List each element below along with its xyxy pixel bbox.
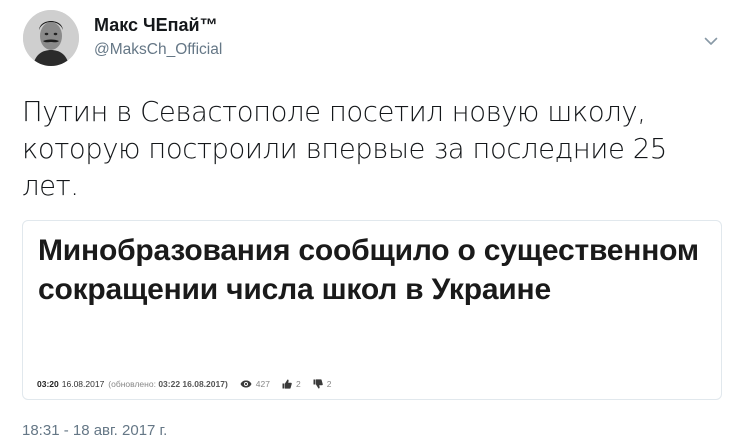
embed-likes[interactable]: 2 xyxy=(282,379,301,389)
avatar[interactable] xyxy=(23,10,79,66)
tweet-menu-button[interactable] xyxy=(700,30,722,52)
chevron-down-icon xyxy=(704,37,718,45)
tweet-text: Путин в Севастополе посетил новую школу,… xyxy=(22,96,667,202)
embedded-media-card[interactable]: Минобразования сообщило о существенном с… xyxy=(22,220,722,400)
embed-likes-count: 2 xyxy=(295,379,301,389)
embed-updated-prefix: (обновлено: xyxy=(108,379,156,389)
thumbs-down-icon xyxy=(313,379,323,389)
embed-updated: (обновлено: 03:22 16.08.2017) xyxy=(108,379,228,389)
embed-date: 16.08.2017 xyxy=(61,379,105,389)
embed-meta: 03:20 16.08.2017 (обновлено: 03:22 16.08… xyxy=(37,379,331,389)
embed-dislikes[interactable]: 2 xyxy=(313,379,332,389)
embed-dislikes-count: 2 xyxy=(326,379,332,389)
user-handle[interactable]: @MaksCh_Official xyxy=(94,41,222,59)
tweet: Макс ЧЕпай™ @MaksCh_Official Путин в Сев… xyxy=(0,0,736,448)
eye-icon xyxy=(240,380,252,388)
embed-views: 427 xyxy=(240,379,270,389)
embed-views-count: 427 xyxy=(255,379,270,389)
embed-time: 03:20 xyxy=(37,379,59,389)
embed-headline: Минобразования сообщило о существенном с… xyxy=(38,234,699,306)
embed-updated-value: 03:22 16.08.2017) xyxy=(158,379,228,389)
thumbs-up-icon xyxy=(282,379,292,389)
tweet-timestamp[interactable]: 18:31 - 18 авг. 2017 г. xyxy=(22,422,167,439)
user-display-name[interactable]: Макс ЧЕпай™ xyxy=(94,15,218,36)
